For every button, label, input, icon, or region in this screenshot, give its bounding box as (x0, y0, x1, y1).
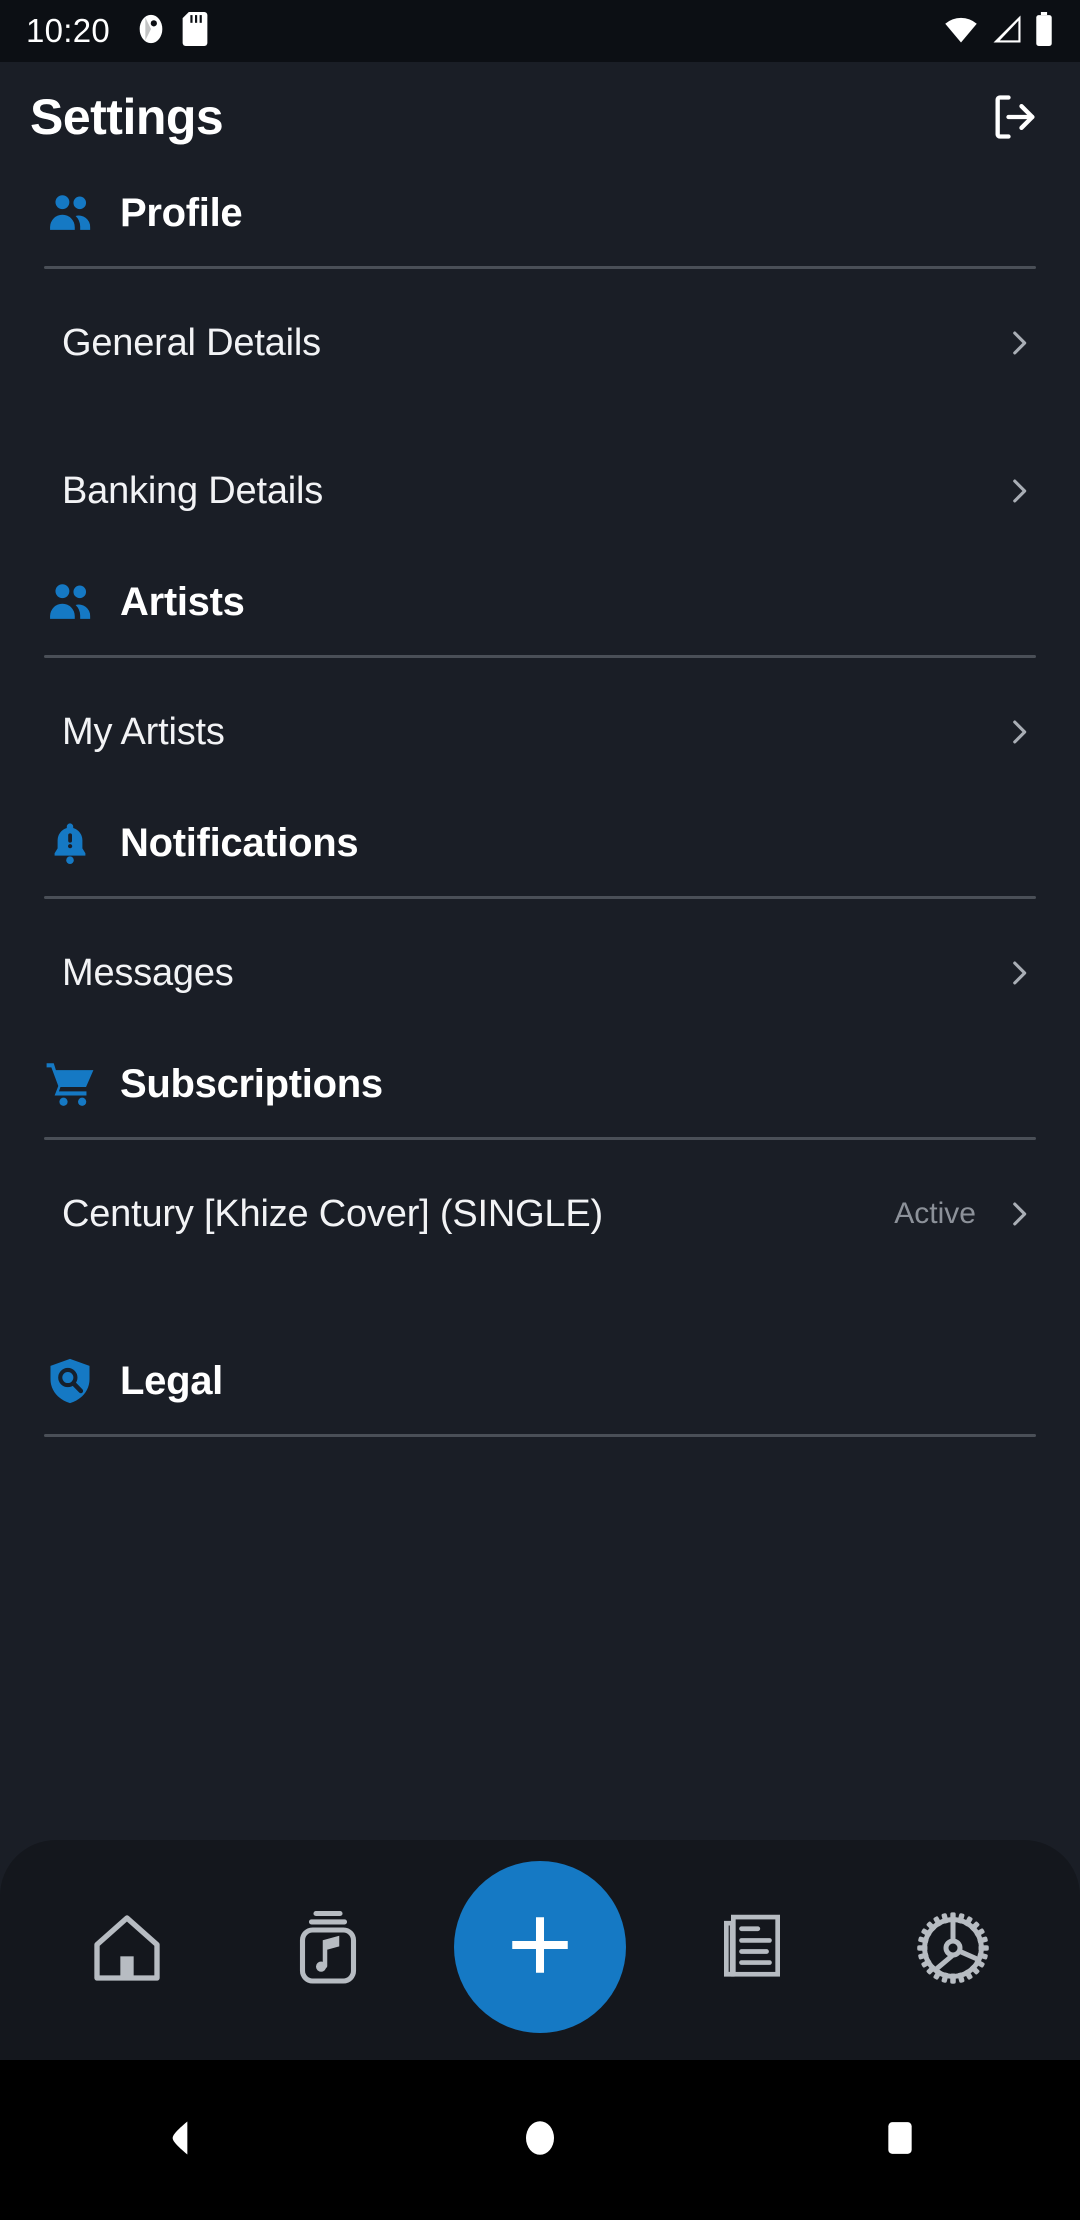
chevron-right-icon (1002, 715, 1036, 749)
row-label: Century [Khize Cover] (SINGLE) (62, 1192, 603, 1235)
document-list-icon (717, 1909, 787, 1992)
app-header: Settings (0, 62, 1080, 172)
cellular-signal-icon (990, 14, 1024, 49)
plus-icon (503, 1908, 577, 1987)
section-title: Profile (120, 190, 243, 235)
bottom-navigation-bar (0, 1840, 1080, 2060)
nav-item-releases[interactable] (677, 1875, 827, 2025)
status-bar-right-icons (942, 11, 1054, 51)
back-triangle-icon (158, 2116, 202, 2165)
shopping-cart-icon (44, 1058, 96, 1110)
section-title: Legal (120, 1358, 223, 1403)
nav-item-home[interactable] (52, 1875, 202, 2025)
page-title: Settings (30, 89, 224, 145)
home-icon (87, 1908, 167, 1993)
people-icon (44, 187, 96, 239)
settings-row-subscription-item[interactable]: Century [Khize Cover] (SINGLE) Active (0, 1140, 1080, 1288)
settings-list: Profile General Details Banking Details (0, 176, 1080, 1776)
android-recents-button[interactable] (840, 2080, 960, 2200)
row-label: General Details (62, 321, 321, 364)
shield-search-icon (44, 1355, 96, 1407)
logout-button[interactable] (980, 82, 1050, 152)
section-header-legal: Legal (0, 1344, 1080, 1418)
settings-row-messages[interactable]: Messages (0, 899, 1080, 1047)
section-header-subscriptions: Subscriptions (0, 1047, 1080, 1121)
settings-row-banking-details[interactable]: Banking Details (0, 417, 1080, 565)
android-home-button[interactable] (480, 2080, 600, 2200)
section-header-artists: Artists (0, 565, 1080, 639)
section-title: Notifications (120, 820, 359, 865)
sd-card-icon (182, 11, 208, 51)
settings-row-general-details[interactable]: General Details (0, 269, 1080, 417)
chevron-right-icon (1002, 326, 1036, 360)
home-circle-icon (519, 2116, 561, 2165)
android-system-nav (0, 2060, 1080, 2220)
nav-item-music-library[interactable] (253, 1875, 403, 2025)
recents-square-icon (880, 2116, 920, 2165)
status-bar-clock: 10:20 (26, 12, 111, 49)
create-fab-button[interactable] (453, 1861, 626, 2033)
row-label: Messages (62, 951, 234, 994)
section-header-notifications: Notifications (0, 806, 1080, 880)
chevron-right-icon (1002, 1197, 1036, 1231)
android-back-button[interactable] (120, 2080, 240, 2200)
gear-icon (913, 1908, 993, 1993)
section-title: Artists (120, 579, 245, 624)
row-label: My Artists (62, 710, 225, 753)
status-badge: Active (894, 1197, 976, 1230)
app-notification-icon (134, 12, 168, 51)
settings-row-my-artists[interactable]: My Artists (0, 658, 1080, 806)
section-title: Subscriptions (120, 1061, 383, 1106)
section-header-profile: Profile (0, 176, 1080, 250)
status-bar: 10:20 (0, 0, 1080, 62)
people-icon (44, 576, 96, 628)
wifi-icon (942, 14, 980, 49)
music-album-icon (292, 1908, 364, 1993)
row-label: Banking Details (62, 469, 324, 512)
app-screen: 10:20 Settings Profile General Details B… (0, 0, 1080, 2220)
battery-icon (1034, 11, 1054, 51)
nav-item-settings[interactable] (878, 1875, 1028, 2025)
status-bar-left-icons (134, 11, 208, 51)
bell-alert-icon (44, 817, 96, 869)
chevron-right-icon (1002, 956, 1036, 990)
chevron-right-icon (1002, 474, 1036, 508)
section-divider (44, 1434, 1036, 1437)
